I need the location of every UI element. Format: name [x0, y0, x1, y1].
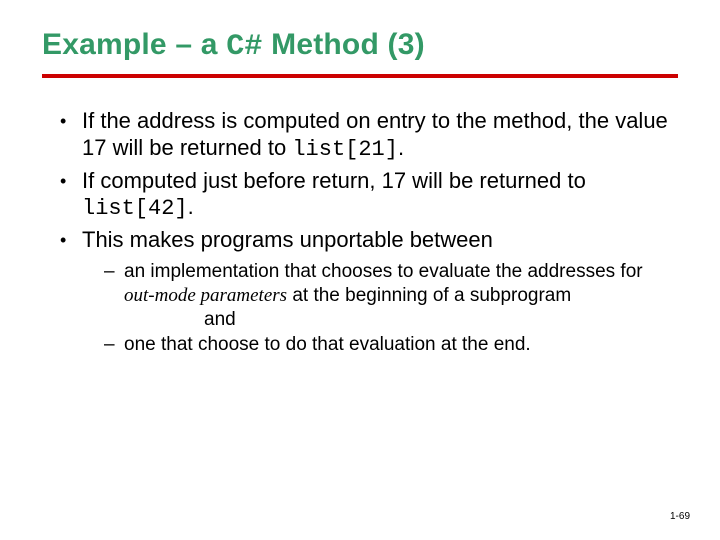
bullet-item-1: If the address is computed on entry to t… [56, 108, 678, 164]
bullet-list: If the address is computed on entry to t… [42, 108, 678, 357]
title-post: Method (3) [263, 28, 425, 61]
s2-text: one that choose to do that evaluation at… [124, 334, 531, 355]
b2-text-post: . [188, 194, 194, 219]
page-number: 1-69 [670, 511, 690, 522]
sub-bullet-2: one that choose to do that evaluation at… [102, 333, 678, 357]
title-rule [42, 74, 678, 78]
s1-post: at the beginning of a subprogram [287, 285, 571, 306]
b2-text-pre: If computed just before return, 17 will … [82, 168, 586, 193]
bullet-item-2: If computed just before return, 17 will … [56, 168, 678, 224]
b2-code: list[42] [82, 196, 188, 221]
b1-text-post: . [398, 135, 404, 160]
title-code: C# [226, 30, 262, 64]
sub-bullet-1: an implementation that chooses to evalua… [102, 260, 678, 331]
b1-code: list[21] [292, 137, 398, 162]
slide-title: Example – a C# Method (3) [42, 28, 678, 64]
b3-text: This makes programs unportable between [82, 227, 493, 252]
s1-em: out-mode parameters [124, 285, 287, 306]
s1-and: and [124, 308, 236, 332]
s1-pre: an implementation that chooses to evalua… [124, 261, 643, 282]
slide-container: Example – a C# Method (3) If the address… [0, 0, 720, 540]
sub-bullet-list: an implementation that chooses to evalua… [82, 260, 678, 357]
bullet-item-3: This makes programs unportable between a… [56, 227, 678, 357]
title-pre: Example – a [42, 28, 226, 61]
